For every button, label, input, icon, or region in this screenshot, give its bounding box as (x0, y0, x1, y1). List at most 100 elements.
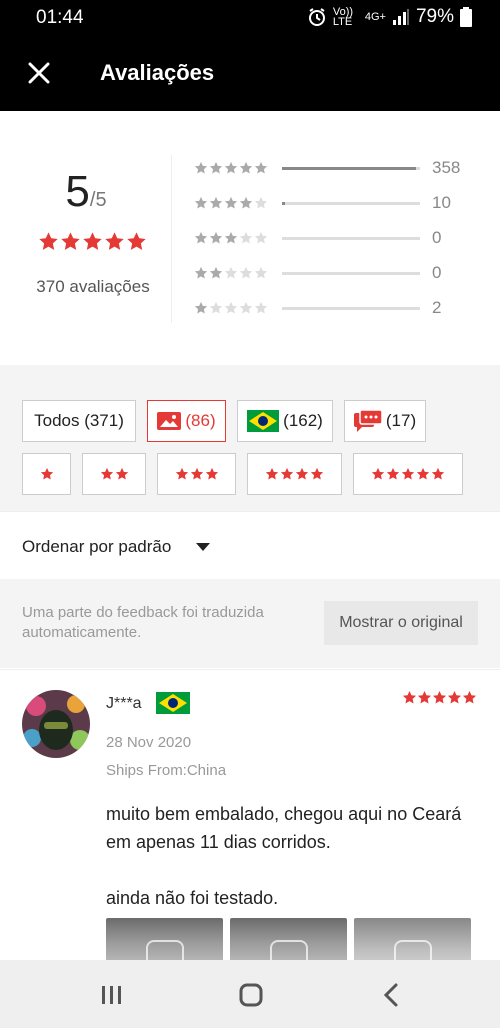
ships-from: Ships From:China (106, 762, 227, 779)
review-photo[interactable] (230, 918, 347, 960)
filter-3-star[interactable] (157, 453, 236, 495)
star-icon (386, 467, 400, 480)
filter-4-star[interactable] (247, 453, 342, 495)
star-icon (194, 266, 208, 279)
signal-icon (392, 9, 409, 25)
avatar-image (22, 690, 90, 758)
star-icon (447, 690, 462, 704)
caret-down-icon (196, 543, 210, 551)
sort-label: Ordenar por padrão (22, 537, 172, 556)
filter-comments[interactable]: (17) (344, 400, 426, 442)
star-icon (224, 266, 238, 279)
filter-1-star[interactable] (22, 453, 71, 495)
star-icon (254, 231, 268, 244)
star-icon (431, 467, 445, 480)
filter-2-star[interactable] (82, 453, 146, 495)
home-button[interactable] (231, 978, 271, 1012)
star-icon (175, 467, 188, 480)
distribution-stars (194, 196, 274, 210)
filter-country-count: (162) (283, 411, 323, 430)
distribution-stars (194, 161, 274, 175)
distribution-count: 2 (432, 298, 442, 317)
star-icon (295, 467, 309, 480)
star-icon (209, 231, 223, 244)
star-icon (100, 467, 113, 480)
star-icon (209, 161, 223, 174)
filter-photos[interactable]: (86) (147, 400, 226, 442)
review-photo[interactable] (106, 918, 223, 960)
star-icon (224, 161, 238, 174)
distribution-count: 0 (432, 263, 442, 282)
star-icon (462, 690, 477, 704)
brazil-flag-icon (156, 692, 190, 714)
star-icon (194, 196, 208, 209)
star-icon (254, 196, 268, 209)
distribution-bar (282, 201, 420, 205)
alarm-icon (308, 8, 325, 26)
network-label: Vo)) LTE (332, 6, 354, 28)
distribution-row-4-stars: 10 (194, 193, 484, 213)
filter-country[interactable]: (162) (237, 400, 333, 442)
recent-apps-button[interactable] (92, 978, 132, 1012)
distribution-count: 10 (432, 193, 451, 212)
star-icon (83, 232, 102, 250)
star-icon (127, 232, 146, 250)
status-time: 01:44 (36, 7, 84, 28)
back-button[interactable] (371, 978, 411, 1012)
star-icon (416, 467, 430, 480)
notice-text: Uma parte do feedback foi traduzida auto… (22, 604, 264, 641)
distribution-bar-fill (282, 166, 416, 170)
star-icon (205, 467, 218, 480)
average-score: 5/5 (0, 167, 172, 217)
filter-photos-count: (86) (185, 411, 216, 430)
star-icon (432, 690, 447, 704)
star-icon (209, 301, 223, 314)
star-icon (224, 301, 238, 314)
brazil-flag-icon (247, 410, 280, 432)
review-text-paragraph-2: ainda não foi testado. (106, 888, 279, 908)
page-title: Avaliações (100, 60, 215, 85)
star-icon (209, 266, 223, 279)
distribution-bar (282, 166, 420, 170)
star-icon (239, 266, 253, 279)
avatar[interactable] (22, 690, 90, 758)
review-photo[interactable] (354, 918, 471, 960)
status-bar: 01:44 Vo)) LTE 4G+ 79% (0, 0, 500, 36)
score-value: 5 (65, 167, 90, 216)
divider (171, 155, 172, 323)
filter-5-star[interactable] (353, 453, 463, 495)
score-max: /5 (89, 189, 107, 211)
star-icon (39, 232, 58, 250)
review-item: J***a 28 Nov 2020 Ships From:China muito… (0, 669, 500, 960)
back-icon (383, 983, 398, 1007)
star-icon (417, 690, 432, 704)
rating-summary: 5/5 370 avaliações 358 10 0 0 2 (0, 111, 500, 365)
battery-percent: 79% (415, 6, 454, 27)
distribution-bar (282, 271, 420, 275)
filter-all[interactable]: Todos (371) (22, 400, 136, 442)
star-icon (115, 467, 128, 480)
reviews-screen: 01:44 Vo)) LTE 4G+ 79% Avaliações 5/5 37… (0, 0, 500, 1028)
distribution-count: 358 (432, 158, 461, 177)
battery-icon (460, 7, 472, 27)
close-button[interactable] (22, 56, 56, 90)
home-icon (239, 983, 263, 1007)
system-nav-bar (0, 960, 500, 1028)
distribution-bar (282, 306, 420, 310)
review-text: muito bem embalado, chegou aqui no Ceará… (106, 800, 476, 912)
sort-dropdown[interactable]: Ordenar por padrão (0, 511, 500, 579)
distribution-stars (194, 301, 274, 315)
star-icon (371, 467, 385, 480)
review-rating (402, 690, 477, 705)
filter-chips: Todos (371) (86) (162) (17) (0, 365, 500, 511)
star-icon (209, 196, 223, 209)
star-icon (194, 301, 208, 314)
distribution-stars (194, 266, 274, 280)
star-icon (40, 467, 53, 480)
distribution-bar-fill (282, 201, 285, 205)
distribution-row-2-stars: 0 (194, 263, 484, 283)
star-icon (239, 301, 253, 314)
star-icon (194, 231, 208, 244)
distribution-bar (282, 236, 420, 240)
show-original-button[interactable]: Mostrar o original (324, 601, 478, 645)
